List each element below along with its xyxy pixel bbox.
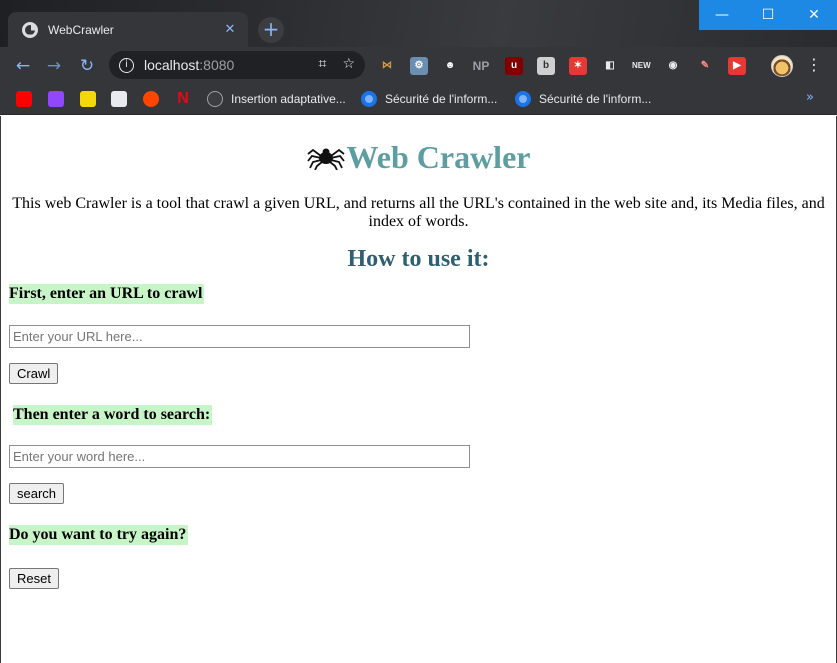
window-maximize-button[interactable]: ☐ [745,0,791,30]
new-tab-button[interactable]: + [258,17,284,43]
tab-title: WebCrawler [48,22,114,37]
word-input[interactable] [9,445,470,468]
howto-heading: How to use it: [347,246,490,272]
bookmark-item[interactable]: Insertion adaptative... [207,90,346,108]
reddit-icon[interactable] [143,91,159,107]
url-host: localhost [144,57,200,73]
bookmarks-bar: N Insertion adaptative... Sécurité de l'… [0,84,837,115]
tab-close-icon[interactable]: ✕ [222,22,238,37]
extension-icon[interactable]: ☻ [441,57,459,75]
url-input[interactable] [9,325,470,348]
back-button[interactable]: ← [10,53,36,79]
extension-icon[interactable]: ▶ [728,57,746,75]
bookmark-item[interactable]: Sécurité de l'inform... [515,90,651,108]
extension-icon[interactable]: ◧ [601,57,619,75]
extension-icon[interactable]: NEW [632,57,651,75]
window-close-button[interactable]: ✕ [791,0,837,30]
bookmark-icon[interactable] [111,91,127,107]
extension-icon[interactable]: ✶ [569,57,587,75]
hal-icon [207,91,223,107]
step-1-label: First, enter an URL to crawl [9,284,205,304]
page-title: Web Crawler [9,138,828,176]
ublock-icon[interactable]: u [505,57,523,75]
page-title-text: Web Crawler [346,138,531,175]
bookmark-label: Sécurité de l'inform... [539,92,652,106]
step-2-label: Then enter a word to search: [13,405,213,425]
translate-icon[interactable]: ⌗ [319,56,327,72]
extension-icon[interactable]: ⋈ [378,57,396,75]
url-port: :8080 [199,57,235,73]
search-button[interactable]: search [9,483,65,504]
extension-icon[interactable]: ⚙ [410,57,428,75]
reset-button[interactable]: Reset [9,568,59,589]
extension-np-icon[interactable]: NP [472,57,490,75]
globe-icon [515,91,531,107]
t-icon[interactable] [80,91,96,107]
reload-button[interactable]: ↻ [74,53,100,79]
site-info-icon[interactable]: i [119,57,134,73]
bookmarks-more-icon[interactable]: » [806,90,814,105]
browser-tab[interactable]: WebCrawler ✕ [8,12,248,47]
bookmark-label: Sécurité de l'inform... [385,92,498,106]
extension-icon[interactable]: b [537,57,555,75]
intro-text: This web Crawler is a tool that crawl a … [12,195,825,230]
browser-tab-bar: WebCrawler ✕ + — ☐ ✕ [0,0,837,47]
bookmark-label: Insertion adaptative... [231,92,346,106]
eraser-icon[interactable]: ✎ [696,57,714,75]
address-bar[interactable]: i localhost:8080 ⌗ ☆ [109,51,365,79]
twitch-icon[interactable] [48,91,64,107]
browser-menu-icon[interactable]: ⋮ [806,55,822,75]
globe-icon [22,21,38,38]
netflix-icon[interactable]: N [175,91,191,107]
star-icon[interactable]: ☆ [342,56,355,72]
crawl-button[interactable]: Crawl [9,363,59,384]
step-3-label: Do you want to try again? [9,525,189,545]
window-minimize-button[interactable]: — [699,0,745,30]
globe-icon [361,91,377,107]
bookmark-item[interactable]: Sécurité de l'inform... [361,90,497,108]
browser-toolbar: ← → ↻ i localhost:8080 ⌗ ☆ ⋈ ⚙ ☻ NP u b … [0,47,837,84]
profile-avatar[interactable] [771,55,793,77]
youtube-icon[interactable] [16,91,32,107]
extension-icon[interactable]: ◉ [664,57,682,75]
forward-button[interactable]: → [41,53,67,79]
spider-icon [306,148,345,170]
page-content: Web Crawler This web Crawler is a tool t… [0,116,837,663]
